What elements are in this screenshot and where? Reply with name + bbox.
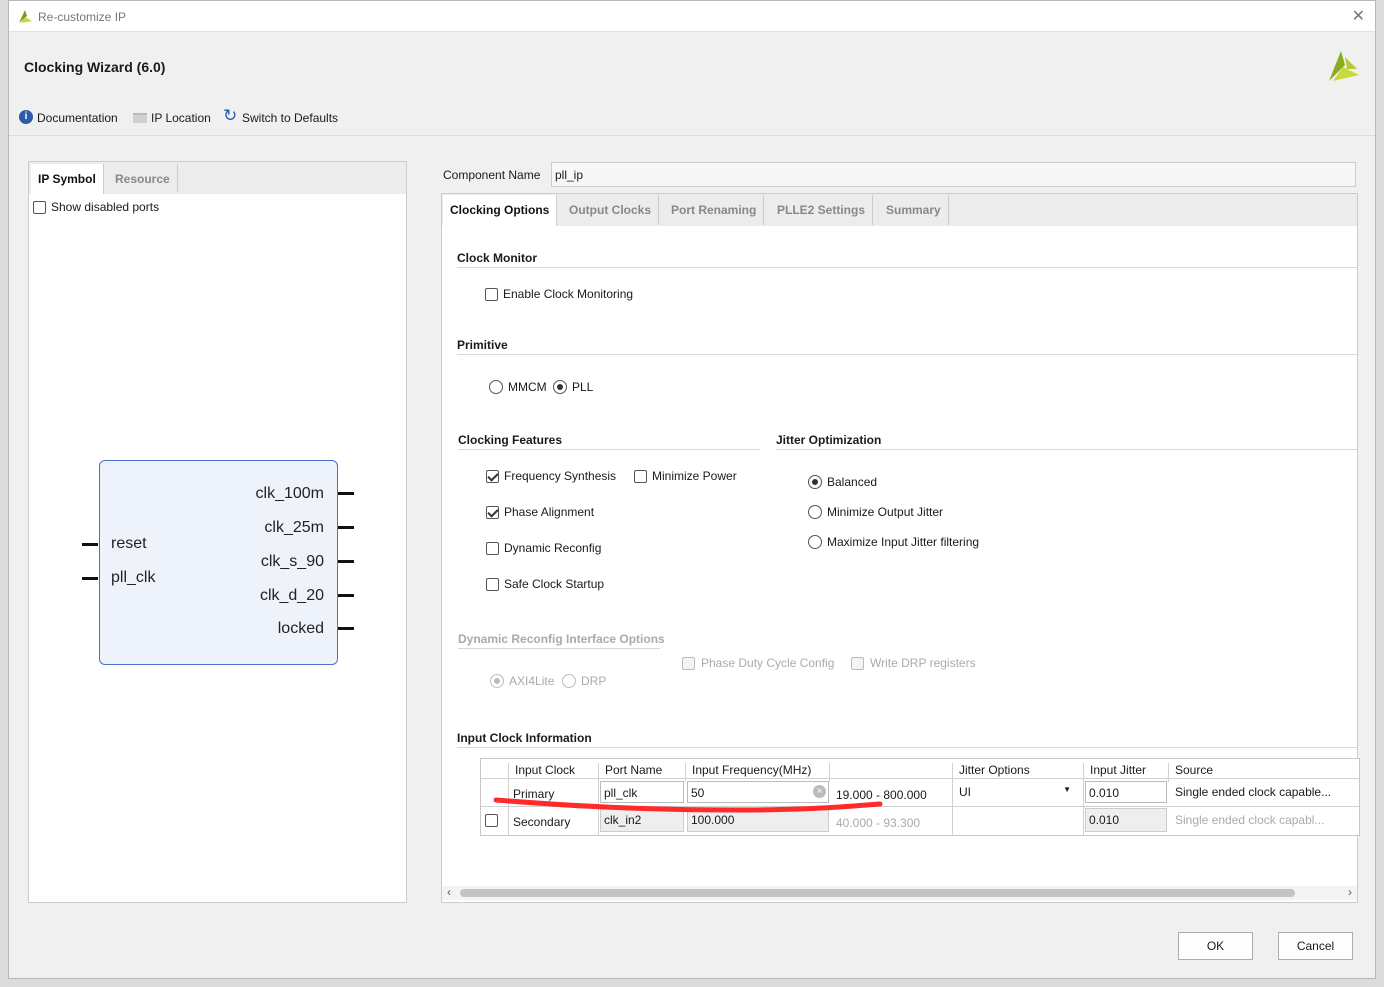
port-pll-clk: pll_clk bbox=[111, 569, 156, 586]
tab-clocking-options[interactable]: Clocking Options bbox=[443, 195, 558, 226]
enable-clock-monitoring-label: Enable Clock Monitoring bbox=[503, 287, 634, 301]
ok-button[interactable]: OK bbox=[1178, 932, 1253, 960]
axi4lite-radio[interactable] bbox=[490, 674, 504, 688]
pin-clk-100m bbox=[338, 492, 354, 495]
info-icon: i bbox=[19, 110, 33, 124]
enable-clock-monitoring-checkbox[interactable] bbox=[485, 288, 498, 301]
show-disabled-ports-checkbox[interactable] bbox=[33, 201, 46, 214]
primary-input-jitter-input[interactable]: 0.010 bbox=[1085, 781, 1167, 803]
minimize-output-jitter-radio[interactable] bbox=[808, 505, 822, 519]
phase-duty-cycle-checkbox[interactable] bbox=[682, 657, 695, 670]
secondary-source-select[interactable]: Single ended clock capabl... bbox=[1169, 807, 1359, 835]
component-name-label: Component Name bbox=[443, 168, 541, 182]
tab-ip-symbol[interactable]: IP Symbol bbox=[31, 164, 104, 194]
pin-clk-s-90 bbox=[338, 560, 354, 563]
pll-label: PLL bbox=[572, 380, 594, 394]
table-header: Input Clock Port Name Input Frequency(MH… bbox=[481, 759, 1359, 782]
red-annotation-underline bbox=[493, 797, 883, 813]
recustomize-ip-dialog: Re-customize IP ✕ Clocking Wizard (6.0) … bbox=[8, 0, 1376, 979]
configuration-panel: Clocking Options Output Clocks Port Rena… bbox=[441, 193, 1360, 903]
show-disabled-ports-label: Show disabled ports bbox=[51, 200, 160, 214]
vivado-logo-icon bbox=[19, 10, 32, 23]
write-drp-label: Write DRP registers bbox=[870, 656, 976, 670]
tab-output-clocks[interactable]: Output Clocks bbox=[562, 195, 660, 225]
documentation-link[interactable]: Documentation bbox=[37, 111, 118, 125]
dynamic-reconfig-checkbox[interactable] bbox=[486, 542, 499, 555]
tab-port-renaming[interactable]: Port Renaming bbox=[664, 195, 765, 225]
mmcm-radio[interactable] bbox=[489, 380, 503, 394]
port-clk-100m: clk_100m bbox=[255, 485, 324, 502]
horizontal-scrollbar[interactable]: ‹ › bbox=[442, 885, 1357, 900]
secondary-jitter-options bbox=[953, 807, 1084, 835]
dialog-title: Clocking Wizard (6.0) bbox=[24, 59, 166, 75]
dynamic-reconfig-label: Dynamic Reconfig bbox=[504, 541, 602, 555]
minimize-power-label: Minimize Power bbox=[652, 469, 737, 483]
xilinx-logo-icon bbox=[1329, 51, 1359, 81]
input-clock-heading: Input Clock Information bbox=[457, 731, 592, 745]
maximize-input-jitter-radio[interactable] bbox=[808, 535, 822, 549]
port-locked: locked bbox=[277, 620, 324, 637]
close-icon[interactable]: ✕ bbox=[1352, 6, 1365, 26]
minimize-output-jitter-label: Minimize Output Jitter bbox=[827, 505, 944, 519]
safe-clock-startup-checkbox[interactable] bbox=[486, 578, 499, 591]
title-bar: Re-customize IP ✕ bbox=[9, 1, 1375, 32]
primitive-heading: Primitive bbox=[457, 338, 508, 352]
clock-monitor-heading: Clock Monitor bbox=[457, 251, 537, 265]
component-name-input[interactable]: pll_ip bbox=[551, 162, 1356, 187]
folder-icon bbox=[133, 113, 147, 123]
minimize-power-checkbox[interactable] bbox=[634, 470, 647, 483]
maximize-input-jitter-label: Maximize Input Jitter filtering bbox=[827, 535, 980, 549]
primary-jitter-options-value: UI bbox=[959, 785, 971, 799]
switch-to-defaults-link[interactable]: Switch to Defaults bbox=[242, 111, 338, 125]
phase-duty-cycle-label: Phase Duty Cycle Config bbox=[701, 656, 835, 670]
write-drp-checkbox[interactable] bbox=[851, 657, 864, 670]
primary-jitter-options-select[interactable]: UI ▼ bbox=[953, 779, 1084, 806]
port-clk-d-20: clk_d_20 bbox=[259, 587, 324, 604]
dropdown-arrow-icon: ▼ bbox=[1063, 785, 1071, 794]
drp-radio[interactable] bbox=[562, 674, 576, 688]
pin-clk-d-20 bbox=[338, 594, 354, 597]
port-clk-25m: clk_25m bbox=[264, 519, 324, 536]
ip-symbol-panel: IP Symbol Resource Show disabled ports r… bbox=[28, 161, 407, 903]
drp-options-heading: Dynamic Reconfig Interface Options bbox=[458, 632, 665, 646]
tab-resource[interactable]: Resource bbox=[108, 164, 178, 192]
window-title: Re-customize IP bbox=[38, 10, 127, 24]
frequency-synthesis-label: Frequency Synthesis bbox=[504, 469, 617, 483]
secondary-input-jitter-input[interactable]: 0.010 bbox=[1085, 808, 1167, 832]
scroll-right-icon[interactable]: › bbox=[1348, 885, 1352, 899]
ip-location-link[interactable]: IP Location bbox=[151, 111, 211, 125]
tab-summary[interactable]: Summary bbox=[879, 195, 949, 225]
phase-alignment-checkbox[interactable] bbox=[486, 506, 499, 519]
primary-source-select[interactable]: Single ended clock capable... bbox=[1169, 779, 1359, 806]
pin-clk-25m bbox=[338, 526, 354, 529]
port-clk-s-90: clk_s_90 bbox=[260, 553, 324, 570]
clocking-features-heading: Clocking Features bbox=[458, 433, 563, 447]
balanced-radio[interactable] bbox=[808, 475, 822, 489]
pll-radio[interactable] bbox=[553, 380, 567, 394]
safe-clock-startup-label: Safe Clock Startup bbox=[504, 577, 605, 591]
pin-pll-clk bbox=[82, 577, 98, 580]
refresh-icon: ↻ bbox=[223, 106, 238, 125]
axi4lite-label: AXI4Lite bbox=[509, 674, 555, 688]
scrollbar-thumb[interactable] bbox=[460, 889, 1295, 897]
scroll-left-icon[interactable]: ‹ bbox=[447, 885, 451, 899]
cancel-button[interactable]: Cancel bbox=[1278, 932, 1353, 960]
jitter-optimization-heading: Jitter Optimization bbox=[776, 433, 882, 447]
port-reset: reset bbox=[111, 535, 147, 552]
pin-locked bbox=[338, 627, 354, 630]
pin-reset bbox=[82, 543, 98, 546]
frequency-synthesis-checkbox[interactable] bbox=[486, 470, 499, 483]
phase-alignment-label: Phase Alignment bbox=[504, 505, 595, 519]
balanced-label: Balanced bbox=[827, 475, 878, 489]
mmcm-label: MMCM bbox=[508, 380, 547, 394]
drp-label: DRP bbox=[581, 674, 607, 688]
tab-plle2-settings[interactable]: PLLE2 Settings bbox=[770, 195, 874, 225]
